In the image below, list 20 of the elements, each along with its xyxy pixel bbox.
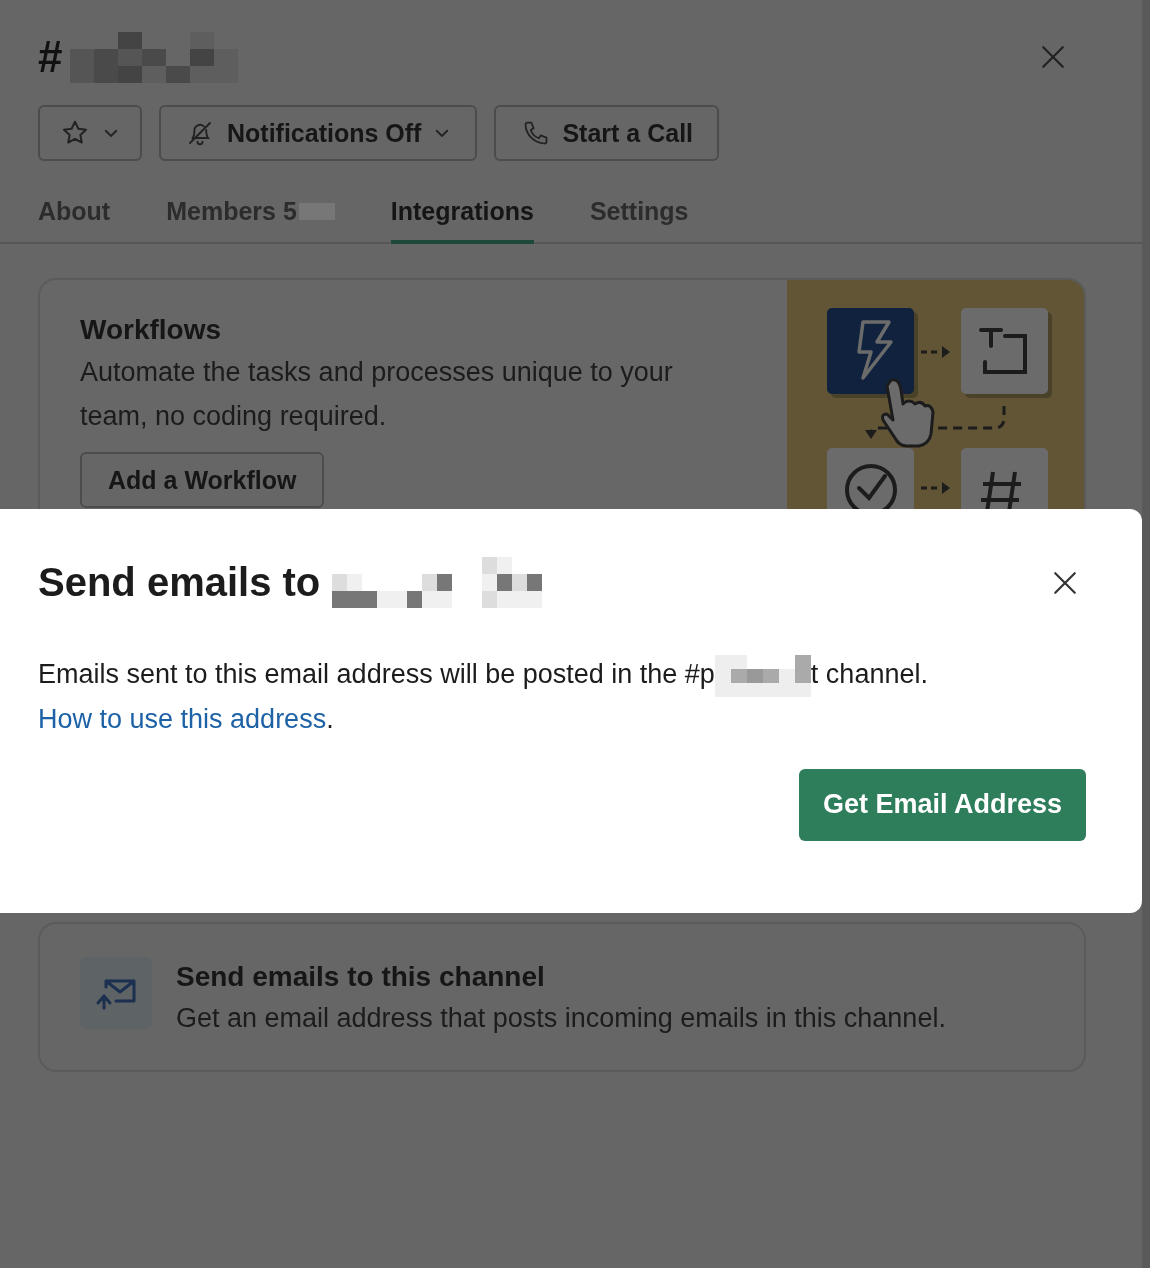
card-title: Workflows (80, 314, 223, 346)
close-icon[interactable] (1052, 569, 1078, 596)
star-button[interactable] (38, 105, 142, 161)
tab[interactable]: Settings (589, 187, 689, 244)
card-description: Automate the tasks and processes unique to your team, no coding required. (80, 356, 674, 433)
add-workflow-button[interactable]: Add a Workflow (80, 452, 325, 508)
dialog-title: Send emails to (38, 560, 321, 605)
card-title: Send emails to this channel (176, 960, 546, 993)
get-email-address-button[interactable]: Get Email Address (798, 768, 1086, 841)
tab[interactable]: Integrations (390, 187, 534, 244)
start-call-button[interactable]: Start a Call (494, 105, 720, 161)
channel-hash: # (38, 32, 63, 82)
dialog-text: Emails sent to this email address will be posted in the #p (38, 658, 715, 692)
tab[interactable]: Members 5 (166, 187, 335, 244)
card-description: Get an email address that posts incoming emails in this channel. (176, 1002, 946, 1034)
dialog-text: t channel. (810, 658, 928, 692)
notifications-button[interactable]: Notifications Off (159, 105, 478, 161)
period-text: . (326, 703, 334, 734)
tab[interactable]: About (38, 187, 111, 244)
help-link[interactable]: How to use this address (38, 703, 327, 734)
